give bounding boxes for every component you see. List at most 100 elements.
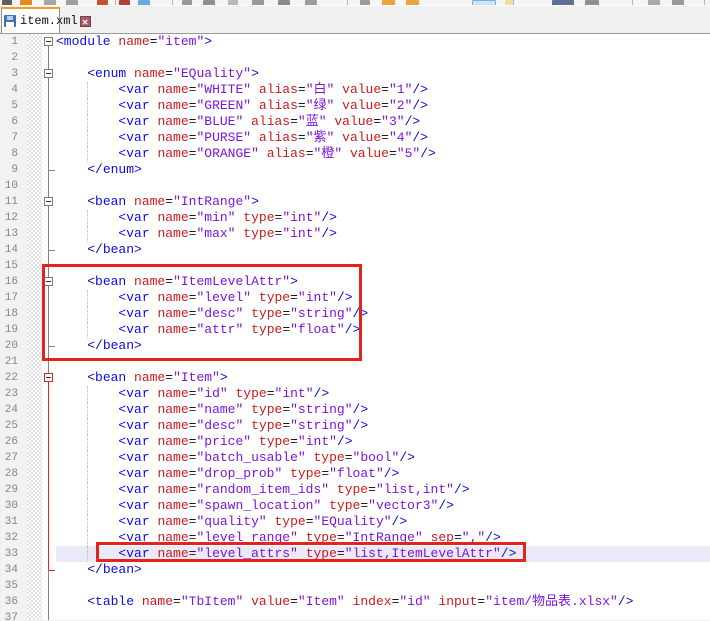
code-text[interactable]: <var name="quality" type="EQuality"/> xyxy=(56,514,710,530)
code-text[interactable] xyxy=(56,354,710,370)
code-text[interactable]: <bean name="IntRange"> xyxy=(56,194,710,210)
line-number: 2 xyxy=(0,50,27,66)
indent-guide xyxy=(87,322,88,338)
line-number: 37 xyxy=(0,610,27,620)
fold-collapse-icon[interactable] xyxy=(44,277,53,286)
fold-connector-line xyxy=(48,306,49,322)
bookmark-margin xyxy=(27,114,42,130)
bookmark-margin xyxy=(27,610,42,620)
fold-margin xyxy=(42,482,56,498)
code-editor[interactable]: 1 <module name="item"> 23 <enum name="EQua… xyxy=(0,34,710,620)
fold-collapse-icon[interactable] xyxy=(44,197,53,206)
fold-margin xyxy=(42,498,56,514)
code-text[interactable]: <module name="item"> xyxy=(56,34,710,50)
tab-close-icon[interactable]: ✕ xyxy=(80,16,91,27)
code-text[interactable]: </enum> xyxy=(56,162,710,178)
code-text[interactable]: <var name="attr" type="float"/> xyxy=(56,322,710,338)
code-text[interactable]: <var name="level_attrs" type="list,ItemL… xyxy=(56,546,710,562)
fold-margin xyxy=(42,578,56,594)
code-text[interactable]: <var name="desc" type="string"/> xyxy=(56,418,710,434)
code-line: 24 <var name="name" type="string"/> xyxy=(0,402,710,418)
code-text[interactable]: <var name="level" type="int"/> xyxy=(56,290,710,306)
code-text[interactable]: <bean name="ItemLevelAttr"> xyxy=(56,274,710,290)
code-text[interactable]: <table name="TbItem" value="Item" index=… xyxy=(56,594,710,610)
bookmark-margin xyxy=(27,354,42,370)
tab-bar: item.xml ✕ xyxy=(0,6,710,34)
code-line: 22 <bean name="Item"> xyxy=(0,370,710,386)
code-text[interactable]: <var name="WHITE" alias="白" value="1"/> xyxy=(56,82,710,98)
code-text[interactable]: <var name="BLUE" alias="蓝" value="3"/> xyxy=(56,114,710,130)
fold-connector-line xyxy=(48,354,49,370)
tab-title: item.xml xyxy=(20,14,78,28)
fold-margin xyxy=(42,290,56,306)
code-text[interactable]: <var name="price" type="int"/> xyxy=(56,434,710,450)
bookmark-margin xyxy=(27,450,42,466)
code-line: 28 <var name="drop_prob" type="float"/> xyxy=(0,466,710,482)
line-number: 31 xyxy=(0,514,27,530)
fold-margin xyxy=(42,370,56,386)
code-line: 19 <var name="attr" type="float"/> xyxy=(0,322,710,338)
code-line: 3 <enum name="EQuality"> xyxy=(0,66,710,82)
bookmark-margin xyxy=(27,178,42,194)
fold-margin xyxy=(42,354,56,370)
code-text[interactable] xyxy=(56,178,710,194)
code-text[interactable]: <var name="desc" type="string"/> xyxy=(56,306,710,322)
fold-collapse-icon[interactable] xyxy=(44,69,53,78)
fold-connector-line xyxy=(48,258,49,274)
code-text[interactable] xyxy=(56,578,710,594)
line-number: 23 xyxy=(0,386,27,402)
line-number: 33 xyxy=(0,546,27,562)
fold-connector-line xyxy=(48,546,49,562)
bookmark-margin xyxy=(27,194,42,210)
tab-item-xml[interactable]: item.xml ✕ xyxy=(1,7,60,33)
bookmark-margin xyxy=(27,418,42,434)
code-text[interactable]: </bean> xyxy=(56,562,710,578)
line-number: 24 xyxy=(0,402,27,418)
code-text[interactable]: <var name="max" type="int"/> xyxy=(56,226,710,242)
fold-collapse-icon[interactable] xyxy=(44,373,53,382)
line-number: 28 xyxy=(0,466,27,482)
code-text[interactable]: <enum name="EQuality"> xyxy=(56,66,710,82)
code-text[interactable] xyxy=(56,258,710,274)
line-number: 17 xyxy=(0,290,27,306)
code-text[interactable]: <var name="batch_usable" type="bool"/> xyxy=(56,450,710,466)
fold-connector-line xyxy=(48,178,49,194)
bookmark-margin xyxy=(27,466,42,482)
line-number: 8 xyxy=(0,146,27,162)
fold-margin xyxy=(42,82,56,98)
bookmark-margin xyxy=(27,514,42,530)
code-text[interactable]: <var name="ORANGE" alias="橙" value="5"/> xyxy=(56,146,710,162)
code-text[interactable]: <var name="name" type="string"/> xyxy=(56,402,710,418)
code-line: 21 xyxy=(0,354,710,370)
code-text[interactable]: <var name="random_item_ids" type="list,i… xyxy=(56,482,710,498)
code-text[interactable]: <var name="PURSE" alias="紫" value="4"/> xyxy=(56,130,710,146)
code-text[interactable]: </bean> xyxy=(56,242,710,258)
bookmark-margin xyxy=(27,546,42,562)
fold-collapse-icon[interactable] xyxy=(44,37,53,46)
code-text[interactable]: <var name="level_range" type="IntRange" … xyxy=(56,530,710,546)
line-number: 35 xyxy=(0,578,27,594)
line-number: 1 xyxy=(0,34,27,50)
code-text[interactable]: <var name="id" type="int"/> xyxy=(56,386,710,402)
code-text[interactable] xyxy=(56,610,710,620)
fold-margin xyxy=(42,514,56,530)
code-text[interactable]: <var name="min" type="int"/> xyxy=(56,210,710,226)
bookmark-margin xyxy=(27,386,42,402)
code-text[interactable]: <bean name="Item"> xyxy=(56,370,710,386)
code-text[interactable]: <var name="spawn_location" type="vector3… xyxy=(56,498,710,514)
fold-connector-line xyxy=(48,290,49,306)
line-number: 14 xyxy=(0,242,27,258)
line-number: 7 xyxy=(0,130,27,146)
code-line: 29 <var name="random_item_ids" type="lis… xyxy=(0,482,710,498)
indent-guide xyxy=(87,418,88,434)
code-text[interactable]: </bean> xyxy=(56,338,710,354)
line-number: 30 xyxy=(0,498,27,514)
code-text[interactable]: <var name="drop_prob" type="float"/> xyxy=(56,466,710,482)
code-line: 7 <var name="PURSE" alias="紫" value="4"/… xyxy=(0,130,710,146)
code-text[interactable] xyxy=(56,50,710,66)
indent-guide xyxy=(87,514,88,530)
code-text[interactable]: <var name="GREEN" alias="绿" value="2"/> xyxy=(56,98,710,114)
code-line: 37 xyxy=(0,610,710,620)
bookmark-margin xyxy=(27,370,42,386)
indent-guide xyxy=(87,402,88,418)
